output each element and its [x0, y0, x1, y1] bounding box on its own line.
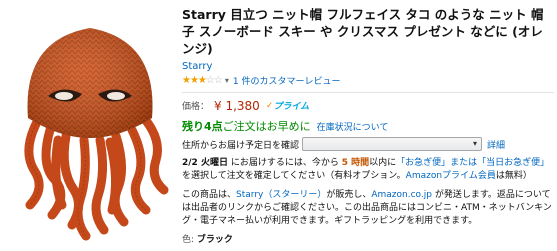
stock-count: 残り4点	[182, 120, 223, 133]
address-select[interactable]: ▾	[302, 137, 483, 151]
product-title: Starry 目立つ ニット帽 フルフェイス タコ のような ニット 帽子 スノ…	[182, 7, 544, 56]
amazon-link[interactable]: Amazon.co.jp	[371, 190, 432, 200]
star-empty-icon: ☆☆	[205, 74, 223, 86]
seller-lead: この商品は、	[182, 190, 237, 200]
delivery-text-2: 以内に	[369, 158, 397, 168]
delivery-date: 2/2 火曜日	[182, 158, 228, 168]
delivery-message: 2/2 火曜日 にお届けするには、今から 5 時間以内に「お急ぎ便」または「当日…	[182, 157, 554, 183]
price-value: ¥ 1,380	[214, 98, 260, 113]
review-count-link[interactable]: 1 件のカスタマーレビュー	[233, 74, 341, 87]
prime-check-icon: ✓	[265, 100, 274, 111]
stock-tail: ご注文はお早めに	[222, 120, 311, 133]
seller-link[interactable]: Starry（スターリー）	[236, 190, 326, 200]
price-label: 価格：	[182, 102, 210, 112]
stock-note-link[interactable]: 在庫状況について	[317, 123, 389, 133]
stock-note: 在庫状況について	[317, 120, 389, 133]
chevron-down-icon: ▾	[473, 139, 478, 148]
delivery-text-4: は無料）	[495, 171, 532, 181]
express-option-link[interactable]: 「お急ぎ便」または「当日お急ぎ便」	[396, 158, 549, 168]
product-image[interactable]	[0, 0, 180, 247]
price-row: 価格： ¥ 1,380 ✓ プライム	[182, 97, 554, 114]
prime-member-link[interactable]: Amazonプライム会員	[406, 171, 496, 181]
prime-badge: プライム	[273, 102, 310, 112]
delivery-text-1: にお届けするには、今から	[227, 158, 342, 168]
octopus-hat-image	[24, 28, 169, 241]
shipping-label: 住所からお届け予定日を確認	[182, 140, 300, 151]
stock-status: 残り4点 ご注文はお早めに 在庫状況について	[182, 118, 554, 134]
chevron-down-icon[interactable]: ▾	[225, 76, 229, 85]
seller-mid: が販売し、	[326, 190, 372, 200]
brand-link[interactable]: Starry	[182, 60, 554, 73]
product-info: Starry 目立つ ニット帽 フルフェイス タコ のような ニット 帽子 スノ…	[182, 6, 554, 245]
detail-link[interactable]: 詳細	[487, 138, 505, 151]
seller-info: この商品は、Starry（スターリー）が販売し、Amazon.co.jp が発送…	[182, 189, 554, 228]
divider	[182, 92, 554, 93]
color-row: 色: ブラック	[182, 232, 554, 245]
color-label: 色:	[182, 235, 195, 245]
color-value: ブラック	[196, 235, 233, 245]
delivery-time: 5 時間	[341, 158, 370, 168]
star-rating[interactable]: ★★★☆☆	[182, 74, 223, 86]
shipping-estimate-row: 住所からお届け予定日を確認 ▾ 詳細	[182, 137, 554, 151]
star-icon: ★★★	[182, 74, 207, 86]
rating-row: ★★★☆☆ ▾ 1 件のカスタマーレビュー	[182, 74, 554, 87]
delivery-text-3: を選択して注文を確定してください（有料オプション。	[182, 171, 406, 181]
